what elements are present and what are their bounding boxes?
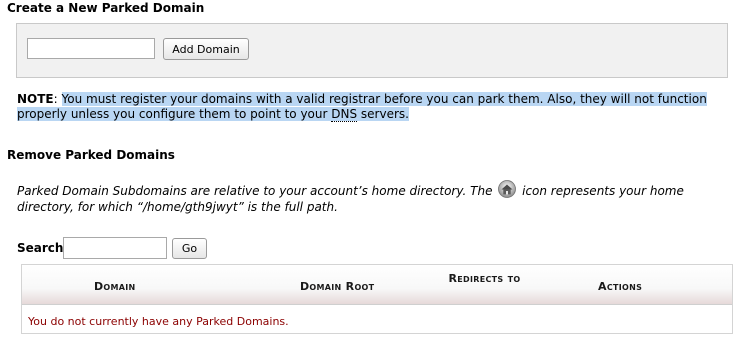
go-button[interactable]: Go <box>172 238 207 259</box>
add-domain-panel: Add Domain <box>16 23 728 78</box>
remove-parked-domains-heading: Remove Parked Domains <box>7 148 175 162</box>
home-icon <box>497 180 517 198</box>
column-header-domain-root[interactable]: Domain Root <box>300 280 374 293</box>
empty-table-message: You do not currently have any Parked Dom… <box>28 315 289 328</box>
home-directory-info: Parked Domain Subdomains are relative to… <box>17 180 729 215</box>
search-input[interactable] <box>63 237 167 259</box>
column-header-domain[interactable]: Domain <box>94 280 136 293</box>
parked-domains-table: Domain Domain Root Redirects to Actions … <box>21 264 733 334</box>
add-domain-button[interactable]: Add Domain <box>163 38 249 60</box>
search-label: Search <box>17 241 64 255</box>
note-text-2: servers. <box>357 107 409 121</box>
table-header: Domain Domain Root Redirects to Actions <box>22 265 732 305</box>
note-label: NOTE <box>17 92 54 106</box>
create-parked-domain-heading: Create a New Parked Domain <box>7 1 205 15</box>
column-header-actions: Actions <box>598 280 643 293</box>
new-domain-input[interactable] <box>27 38 155 59</box>
note-highlighted-text: You must register your domains with a va… <box>17 92 707 122</box>
note-message: NOTE: You must register your domains wit… <box>17 92 707 122</box>
info-text-1: Parked Domain Subdomains are relative to… <box>17 184 497 198</box>
dns-abbreviation: DNS <box>331 107 358 122</box>
column-header-redirects-to[interactable]: Redirects to <box>447 271 522 286</box>
